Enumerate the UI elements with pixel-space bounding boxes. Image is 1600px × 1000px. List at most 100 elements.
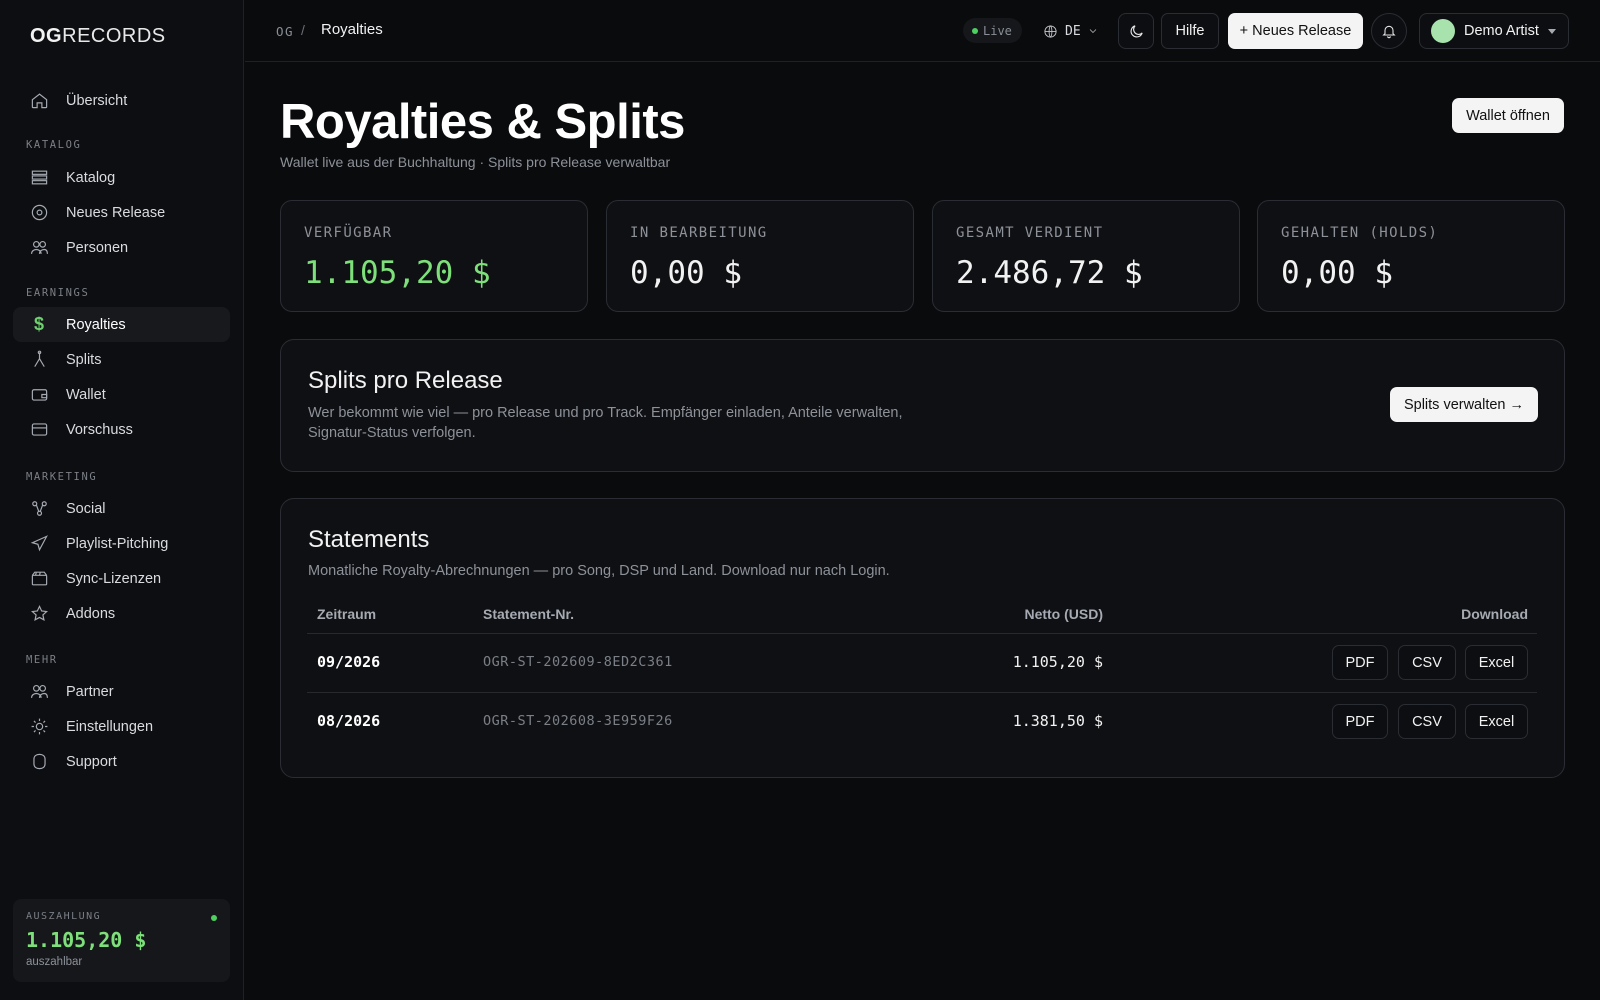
home-icon: [28, 90, 50, 112]
sidebar-item-support[interactable]: Support: [13, 744, 230, 779]
stack-icon: [28, 167, 50, 189]
sidebar-item-label: Übersicht: [66, 92, 128, 109]
cell-period: 09/2026: [317, 653, 381, 671]
sidebar-item-label: Sync-Lizenzen: [66, 570, 162, 587]
help-button[interactable]: Hilfe: [1161, 13, 1219, 49]
caret-down-icon: [1548, 29, 1556, 34]
live-label: Live: [983, 23, 1012, 38]
sidebar-item-label: Addons: [66, 605, 116, 622]
status-dot: [211, 915, 217, 921]
sidebar: OGRECORDS Übersicht KATALOG Katalog Neue…: [0, 0, 244, 1000]
column-header-statement-id[interactable]: Statement-Nr.: [483, 606, 574, 622]
theme-toggle-button[interactable]: [1118, 13, 1154, 49]
notifications-button[interactable]: [1371, 13, 1407, 49]
user-menu-button[interactable]: Demo Artist: [1419, 13, 1569, 49]
topbar: OG / Royalties Live DE Hilfe + Neues Rel…: [245, 0, 1600, 62]
column-header-period[interactable]: Zeitraum: [317, 606, 376, 622]
nav-section-katalog: KATALOG: [26, 139, 82, 151]
avatar: [1431, 19, 1455, 43]
disc-icon: [28, 202, 50, 224]
cell-net: 1.105,20 $: [1012, 653, 1103, 671]
splits-card: Splits pro Release Wer bekommt wie viel …: [280, 339, 1565, 472]
stat-card-holds: GEHALTEN (HOLDS) 0,00 $: [1257, 200, 1565, 312]
page-subtitle: Wallet live aus der Buchhaltung · Splits…: [280, 154, 671, 170]
open-wallet-button[interactable]: Wallet öffnen: [1452, 98, 1564, 133]
stat-value: 1.105,20 $: [304, 255, 491, 291]
stat-label: GEHALTEN (HOLDS): [1281, 225, 1439, 241]
sidebar-item-label: Social: [66, 500, 106, 517]
sidebar-item-label: Katalog: [66, 169, 116, 186]
users-icon: [28, 681, 50, 703]
sidebar-item-einstellungen[interactable]: Einstellungen: [13, 709, 230, 744]
payout-widget[interactable]: AUSZAHLUNG 1.105,20 $ auszahlbar: [13, 899, 230, 982]
user-name: Demo Artist: [1464, 23, 1539, 39]
sidebar-item-social[interactable]: Social: [13, 491, 230, 526]
sidebar-item-new-release[interactable]: Neues Release: [13, 195, 230, 230]
cell-net: 1.381,50 $: [1012, 712, 1103, 730]
stat-label: IN BEARBEITUNG: [630, 225, 768, 241]
splits-desc-line: Wer bekommt wie viel — pro Release und p…: [308, 405, 903, 421]
language-selector[interactable]: DE: [1043, 20, 1099, 42]
sidebar-item-partner[interactable]: Partner: [13, 674, 230, 709]
sidebar-item-playlist-pitching[interactable]: Playlist-Pitching: [13, 526, 230, 561]
statements-description: Monatliche Royalty-Abrechnungen — pro So…: [308, 563, 890, 579]
page-title: Royalties & Splits: [280, 95, 685, 149]
sidebar-item-katalog[interactable]: Katalog: [13, 160, 230, 195]
manage-splits-button[interactable]: Splits verwalten →: [1390, 387, 1538, 422]
logo-rest: RECORDS: [62, 25, 166, 47]
bell-icon: [1382, 25, 1396, 39]
sidebar-item-overview[interactable]: Übersicht: [13, 83, 230, 118]
sidebar-item-label: Personen: [66, 239, 129, 256]
star-icon: [28, 603, 50, 625]
clapperboard-icon: [28, 568, 50, 590]
download-csv-button[interactable]: CSV: [1398, 704, 1456, 739]
table-divider: [307, 633, 1537, 634]
users-icon: [28, 237, 50, 259]
table-divider: [307, 692, 1537, 693]
live-dot: [972, 28, 978, 34]
sidebar-item-label: Neues Release: [66, 204, 166, 221]
payout-label: AUSZAHLUNG: [26, 911, 102, 922]
live-status-badge: Live: [963, 18, 1022, 43]
logo-bold: OG: [30, 25, 63, 47]
dollar-icon: $: [33, 314, 44, 334]
splits-desc-line: Signatur-Status verfolgen.: [308, 425, 476, 441]
stat-label: GESAMT VERDIENT: [956, 225, 1104, 241]
sidebar-item-splits[interactable]: Splits: [13, 342, 230, 377]
wallet-icon: [28, 384, 50, 406]
download-excel-button[interactable]: Excel: [1465, 704, 1528, 739]
send-icon: [28, 533, 50, 555]
download-pdf-button[interactable]: PDF: [1332, 704, 1388, 739]
sidebar-item-label: Support: [66, 753, 117, 770]
breadcrumb-root[interactable]: OG: [276, 24, 294, 39]
sidebar-item-label: Splits: [66, 351, 102, 368]
sidebar-item-wallet[interactable]: Wallet: [13, 377, 230, 412]
sidebar-item-label: Royalties: [66, 316, 126, 333]
sidebar-item-addons[interactable]: Addons: [13, 596, 230, 631]
cell-period: 08/2026: [317, 712, 381, 730]
stat-card-available: VERFÜGBAR 1.105,20 $: [280, 200, 588, 312]
shield-icon: [28, 751, 50, 773]
sidebar-item-royalties[interactable]: $ Royalties: [13, 307, 230, 342]
stat-label: VERFÜGBAR: [304, 225, 393, 241]
stat-card-processing: IN BEARBEITUNG 0,00 $: [606, 200, 914, 312]
share-icon: [28, 498, 50, 520]
payout-amount: 1.105,20 $: [26, 928, 147, 952]
download-csv-button[interactable]: CSV: [1398, 645, 1456, 680]
download-excel-button[interactable]: Excel: [1465, 645, 1528, 680]
stat-card-total-earned: GESAMT VERDIENT 2.486,72 $: [932, 200, 1240, 312]
sidebar-item-sync-lizenzen[interactable]: Sync-Lizenzen: [13, 561, 230, 596]
column-header-net[interactable]: Netto (USD): [1024, 606, 1103, 622]
split-icon: [28, 349, 50, 371]
download-pdf-button[interactable]: PDF: [1332, 645, 1388, 680]
new-release-button[interactable]: + Neues Release: [1228, 13, 1363, 49]
breadcrumb-current: Royalties: [321, 21, 383, 38]
brand-logo[interactable]: OGRECORDS: [30, 25, 166, 48]
sidebar-item-personen[interactable]: Personen: [13, 230, 230, 265]
cell-statement-id: OGR-ST-202608-3E959F26: [483, 713, 673, 729]
sidebar-item-vorschuss[interactable]: Vorschuss: [13, 412, 230, 447]
payout-sub: auszahlbar: [26, 956, 83, 968]
stat-value: 0,00 $: [1281, 255, 1393, 291]
credit-card-icon: [28, 419, 50, 441]
splits-card-title: Splits pro Release: [308, 367, 503, 394]
